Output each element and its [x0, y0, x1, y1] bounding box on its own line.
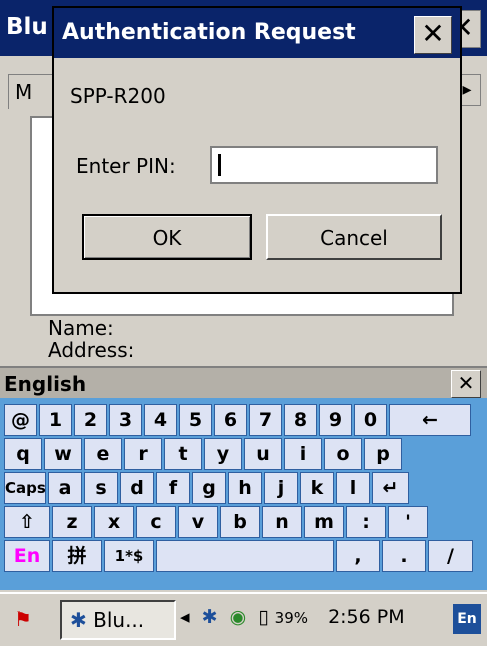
key-7[interactable]: 7: [249, 404, 282, 436]
keyboard-title: English: [4, 372, 87, 396]
key-apostrophe[interactable]: ': [388, 506, 428, 538]
key-b[interactable]: b: [220, 506, 260, 538]
key-colon[interactable]: :: [346, 506, 386, 538]
bluetooth-icon: ✱: [70, 608, 87, 632]
key-3[interactable]: 3: [109, 404, 142, 436]
key-0[interactable]: 0: [354, 404, 387, 436]
dialog-title: Authentication Request: [62, 20, 356, 45]
key-c[interactable]: c: [136, 506, 176, 538]
bluetooth-tray-icon[interactable]: ✱: [202, 606, 218, 628]
key-6[interactable]: 6: [214, 404, 247, 436]
key-9[interactable]: 9: [319, 404, 352, 436]
key-a[interactable]: a: [48, 472, 82, 504]
key-w[interactable]: w: [44, 438, 82, 470]
key-t[interactable]: t: [164, 438, 202, 470]
key-8[interactable]: 8: [284, 404, 317, 436]
key-l[interactable]: l: [336, 472, 370, 504]
key-z[interactable]: z: [52, 506, 92, 538]
key-i[interactable]: i: [284, 438, 322, 470]
key-y[interactable]: y: [204, 438, 242, 470]
keyboard-header: English ✕: [0, 366, 487, 398]
key-d[interactable]: d: [120, 472, 154, 504]
pin-input[interactable]: [210, 146, 438, 184]
key-s[interactable]: s: [84, 472, 118, 504]
key-comma[interactable]: ,: [336, 540, 380, 572]
key-k[interactable]: k: [300, 472, 334, 504]
taskbar: ⚑ ✱ Blu... ◂ ✱ ◉ ▯ 39% 2:56 PM En: [0, 592, 487, 646]
system-tray: ◂ ✱ ◉ ▯ 39% 2:56 PM: [180, 606, 411, 628]
dialog-close-button[interactable]: ✕: [414, 16, 452, 54]
key-4[interactable]: 4: [144, 404, 177, 436]
keyboard-row-asdf: Caps a s d f g h j k l ↵: [4, 472, 409, 504]
tray-scroll-left-icon[interactable]: ◂: [180, 606, 190, 628]
key-space[interactable]: [156, 540, 334, 572]
tab-m[interactable]: M: [8, 74, 56, 109]
key-1[interactable]: 1: [39, 404, 72, 436]
key-enter[interactable]: ↵: [372, 472, 409, 504]
key-caps[interactable]: Caps: [4, 472, 46, 504]
key-u[interactable]: u: [244, 438, 282, 470]
text-caret: [218, 154, 221, 176]
device-name: SPP-R200: [70, 84, 166, 108]
key-period[interactable]: .: [382, 540, 426, 572]
key-5[interactable]: 5: [179, 404, 212, 436]
taskbar-app-label: Blu...: [93, 608, 145, 632]
background-window-title: Blu: [6, 14, 48, 40]
clock[interactable]: 2:56 PM: [328, 606, 405, 628]
key-e[interactable]: e: [84, 438, 122, 470]
key-slash[interactable]: /: [428, 540, 473, 572]
key-p[interactable]: p: [364, 438, 402, 470]
dialog-titlebar: Authentication Request ✕: [54, 8, 460, 58]
key-h[interactable]: h: [228, 472, 262, 504]
wireless-signal-icon[interactable]: ◉: [230, 606, 247, 628]
key-o[interactable]: o: [324, 438, 362, 470]
key-r[interactable]: r: [124, 438, 162, 470]
key-n[interactable]: n: [262, 506, 302, 538]
key-j[interactable]: j: [264, 472, 298, 504]
pin-label: Enter PIN:: [76, 154, 176, 178]
key-x[interactable]: x: [94, 506, 134, 538]
soft-keyboard: @ 1 2 3 4 5 6 7 8 9 0 ← q w e r t y u i …: [0, 398, 487, 590]
key-symbols[interactable]: 1*$: [104, 540, 154, 572]
name-label: Name:: [48, 316, 114, 340]
battery-icon[interactable]: ▯: [258, 606, 268, 628]
key-q[interactable]: q: [4, 438, 42, 470]
key-shift[interactable]: ⇧: [4, 506, 50, 538]
keyboard-row-zxcv: ⇧ z x c v b n m : ': [4, 506, 428, 538]
key-pinyin[interactable]: 拼: [52, 540, 102, 572]
authentication-dialog: Authentication Request ✕ SPP-R200 Enter …: [52, 6, 462, 294]
key-g[interactable]: g: [192, 472, 226, 504]
input-method-indicator[interactable]: En: [453, 604, 481, 634]
windows-flag-icon[interactable]: ⚑: [6, 604, 40, 634]
key-v[interactable]: v: [178, 506, 218, 538]
cancel-button[interactable]: Cancel: [266, 214, 442, 260]
key-f[interactable]: f: [156, 472, 190, 504]
ok-button[interactable]: OK: [82, 214, 252, 260]
keyboard-row-bottom: En 拼 1*$ , . /: [4, 540, 473, 572]
battery-percent: 39%: [274, 609, 309, 627]
keyboard-row-numbers: @ 1 2 3 4 5 6 7 8 9 0 ←: [4, 404, 471, 436]
key-backspace[interactable]: ←: [389, 404, 471, 436]
key-language-en[interactable]: En: [4, 540, 50, 572]
taskbar-app-button[interactable]: ✱ Blu...: [60, 600, 176, 640]
address-label: Address:: [48, 338, 135, 362]
key-at[interactable]: @: [4, 404, 37, 436]
keyboard-close-button[interactable]: ✕: [451, 370, 481, 398]
keyboard-row-qwerty: q w e r t y u i o p: [4, 438, 402, 470]
key-2[interactable]: 2: [74, 404, 107, 436]
key-m[interactable]: m: [304, 506, 344, 538]
